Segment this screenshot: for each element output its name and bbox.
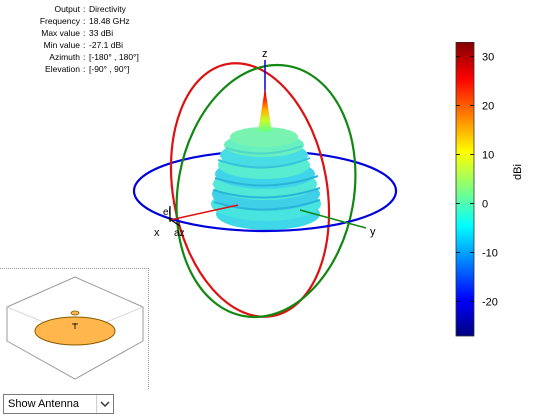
colorbar-gradient (455, 42, 475, 337)
y-axis-label: y (370, 226, 376, 238)
colorbar-tick-label: 0 (482, 198, 488, 210)
patch-element (34, 316, 116, 346)
az-label: az (174, 228, 185, 239)
colorbar-tick-label: 10 (482, 150, 494, 162)
chevron-down-icon[interactable] (96, 395, 113, 413)
main-lobe (258, 88, 272, 132)
view-select-dropdown[interactable]: Show Antenna (3, 394, 114, 414)
x-axis-label: x (154, 227, 160, 239)
colorbar-unit-label: dBi (512, 164, 524, 180)
colorbar-tick-label: -10 (482, 247, 498, 259)
el-label: el (163, 207, 171, 218)
antenna-preview (6, 276, 144, 380)
colorbar: 30 20 10 0 -10 -20 (454, 42, 554, 338)
z-axis-label: z (262, 48, 268, 60)
antenna-preview-pane (0, 268, 149, 389)
feed-element (70, 310, 80, 316)
view-select-value: Show Antenna (8, 398, 79, 410)
colorbar-tick-label: 20 (482, 101, 494, 113)
colorbar-tick-label: -20 (482, 296, 498, 308)
colorbar-tick-label: 30 (482, 52, 494, 64)
pattern-surface (211, 88, 321, 230)
